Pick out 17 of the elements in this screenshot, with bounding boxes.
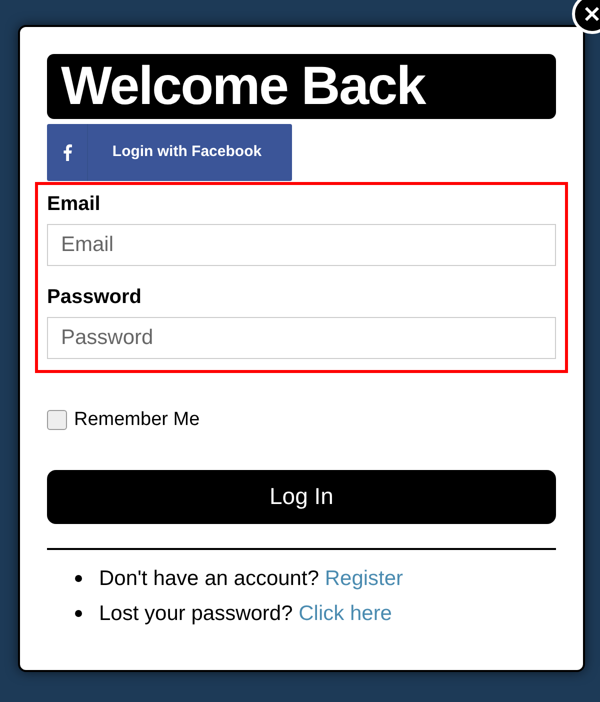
remember-label: Remember Me [74,408,200,432]
facebook-login-button[interactable]: Login with Facebook [47,124,292,181]
bullet-icon [75,574,82,582]
field-label: Password [47,285,142,310]
bullet-icon [75,610,82,616]
close-icon [584,6,600,22]
remember-checkbox[interactable] [47,410,67,430]
login-button[interactable]: Log In [47,470,556,524]
dialog-title: Welcome Back [47,54,556,119]
field-label: Email [47,192,102,217]
help-text: Lost your password? Click here [99,600,392,626]
help-link[interactable]: Register [324,566,404,590]
input-field[interactable]: Password [47,317,556,359]
help-text: Don't have an account? Register [99,566,404,592]
facebook-icon [62,144,72,161]
input-field[interactable]: Email [47,224,556,266]
help-link[interactable]: Click here [298,602,392,624]
